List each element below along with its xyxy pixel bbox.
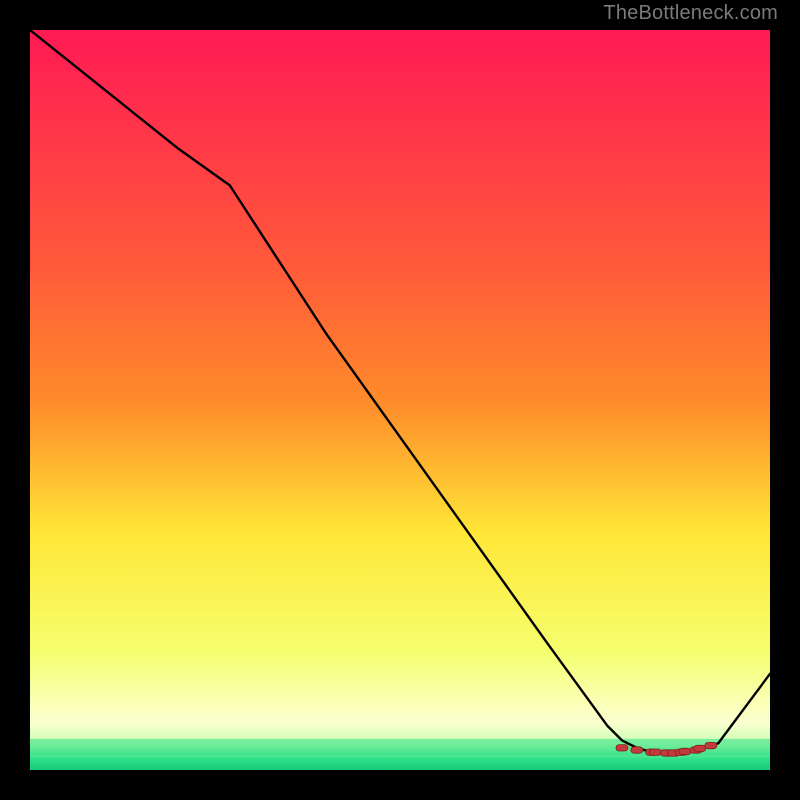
data-marker xyxy=(649,749,661,755)
data-marker xyxy=(679,748,691,754)
data-marker xyxy=(705,742,717,748)
attribution-text: TheBottleneck.com xyxy=(603,2,778,25)
chart-background xyxy=(30,30,770,770)
bottleneck-chart xyxy=(30,30,770,770)
data-marker xyxy=(631,747,643,753)
chart-svg xyxy=(30,30,770,770)
chart-frame: TheBottleneck.com xyxy=(0,0,800,800)
data-marker xyxy=(694,745,706,751)
data-marker xyxy=(616,745,628,751)
